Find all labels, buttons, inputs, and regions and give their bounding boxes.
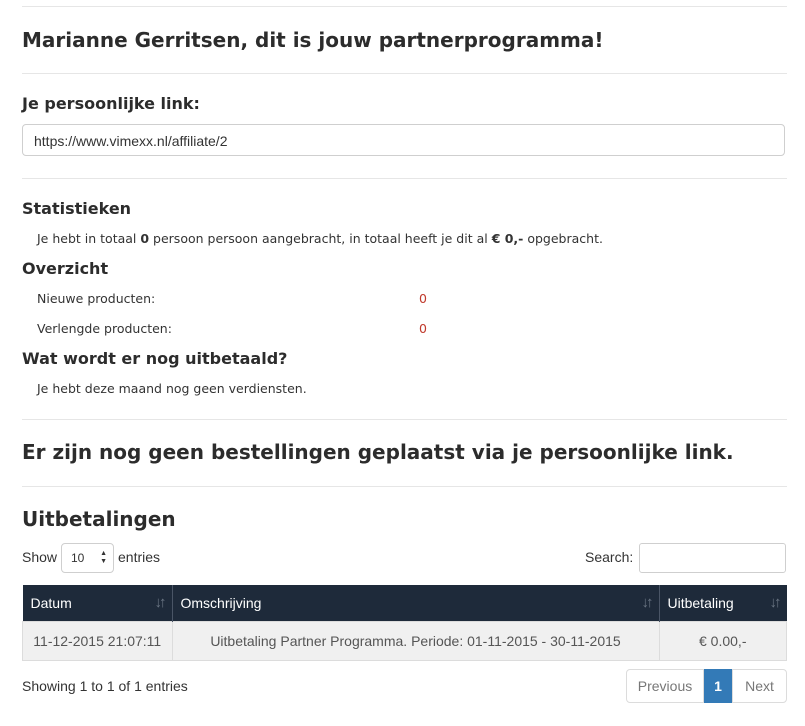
- sort-icon: ↓↑: [769, 594, 782, 611]
- column-header-label: Omschrijving: [180, 595, 262, 611]
- table-header-row: Datum ↓↑ Omschrijving ↓↑ Uitbetaling ↓↑: [22, 585, 787, 622]
- column-header-label: Uitbetaling: [667, 595, 734, 611]
- statistics-text-after: opgebracht.: [523, 231, 603, 246]
- page-title: Marianne Gerritsen, dit is jouw partnerp…: [22, 28, 604, 52]
- divider: [22, 419, 787, 420]
- show-label: Show: [22, 549, 58, 565]
- entries-select-value: 10: [71, 551, 85, 565]
- personal-link-heading: Je persoonlijke link:: [22, 94, 200, 113]
- pagination-next-button[interactable]: Next: [732, 669, 787, 703]
- cell-description: Uitbetaling Partner Programma. Periode: …: [171, 621, 660, 661]
- payouts-heading: Uitbetalingen: [22, 507, 176, 531]
- pagination-page-1[interactable]: 1: [704, 669, 732, 703]
- payout-pending-text: Je hebt deze maand nog geen verdiensten.: [37, 381, 307, 396]
- payout-pending-heading: Wat wordt er nog uitbetaald?: [22, 349, 288, 368]
- divider: [22, 73, 787, 74]
- divider: [22, 6, 787, 7]
- earned-amount: € 0,-: [491, 231, 524, 246]
- referral-count: 0: [140, 231, 150, 246]
- payouts-table: Datum ↓↑ Omschrijving ↓↑ Uitbetaling ↓↑ …: [22, 585, 787, 661]
- sort-icon: ↓↑: [641, 594, 654, 611]
- overview-heading: Overzicht: [22, 259, 109, 278]
- overview-new-value: 0: [419, 291, 427, 306]
- statistics-heading: Statistieken: [22, 199, 132, 218]
- column-header-label: Datum: [30, 595, 72, 611]
- column-header-omschrijving[interactable]: Omschrijving ↓↑: [172, 585, 660, 622]
- entries-select[interactable]: 10 ▲ ▼: [61, 543, 114, 573]
- search-label: Search:: [585, 549, 634, 565]
- overview-renewed-label: Verlengde producten:: [37, 321, 172, 336]
- divider: [22, 178, 787, 179]
- table-info: Showing 1 to 1 of 1 entries: [22, 678, 188, 694]
- cell-date: 11-12-2015 21:07:11: [22, 621, 173, 661]
- overview-new-label: Nieuwe producten:: [37, 291, 156, 306]
- statistics-summary: Je hebt in totaal 0 persoon persoon aang…: [37, 231, 603, 246]
- table-row: 11-12-2015 21:07:11 Uitbetaling Partner …: [22, 621, 787, 661]
- search-input[interactable]: [639, 543, 786, 573]
- sort-icon: ↓↑: [154, 594, 167, 611]
- entries-label: entries: [118, 549, 161, 565]
- no-orders-message: Er zijn nog geen bestellingen geplaatst …: [22, 440, 734, 464]
- statistics-text-middle: persoon persoon aangebracht, in totaal h…: [149, 231, 492, 246]
- column-header-uitbetaling[interactable]: Uitbetaling ↓↑: [659, 585, 787, 622]
- overview-renewed-value: 0: [419, 321, 427, 336]
- statistics-text-before: Je hebt in totaal: [37, 231, 141, 246]
- personal-link-field[interactable]: https://www.vimexx.nl/affiliate/2: [22, 124, 785, 156]
- partner-program-page: Marianne Gerritsen, dit is jouw partnerp…: [0, 0, 805, 726]
- column-header-datum[interactable]: Datum ↓↑: [22, 585, 173, 622]
- select-arrows-icon: ▲ ▼: [100, 550, 107, 565]
- pagination-previous-button[interactable]: Previous: [626, 669, 704, 703]
- divider: [22, 486, 787, 487]
- cell-amount: € 0.00,-: [658, 621, 787, 661]
